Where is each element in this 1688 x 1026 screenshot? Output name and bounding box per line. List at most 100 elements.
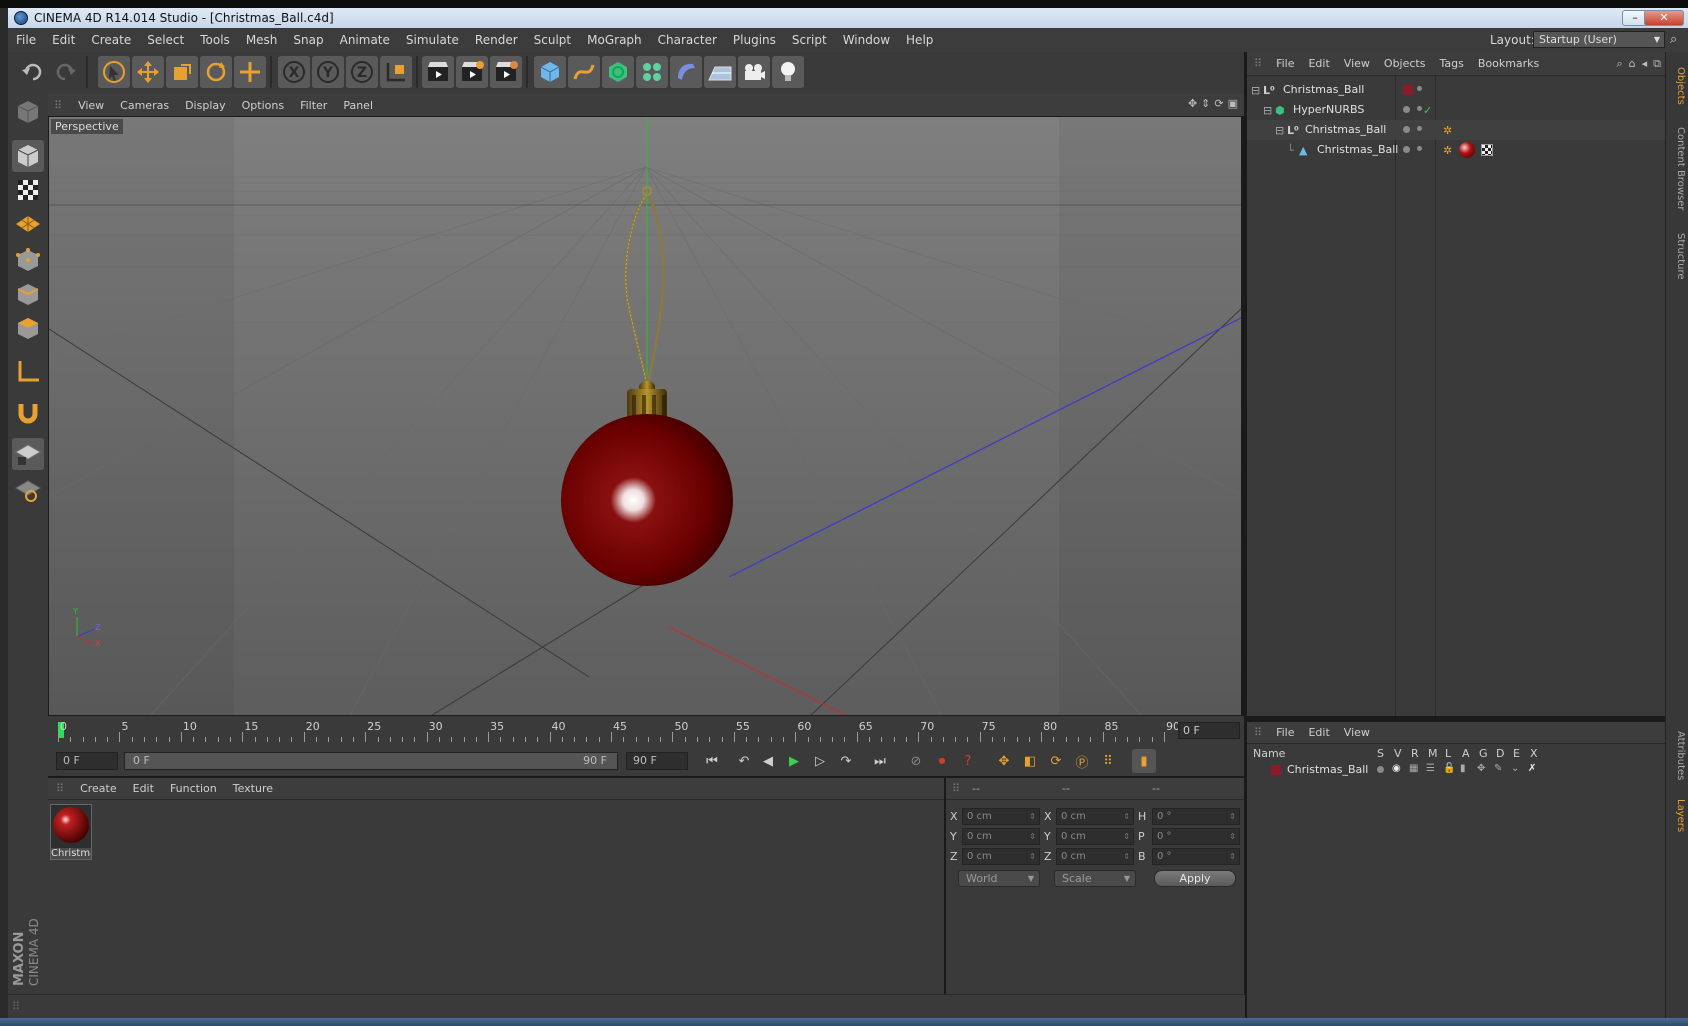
workplane-mode-button[interactable] [12,208,44,240]
model-mode-button[interactable] [12,140,44,172]
enabled-check-icon[interactable]: ✓ [1423,104,1432,117]
visibility-dot[interactable] [1403,106,1410,113]
scene-floor-button[interactable] [704,56,736,88]
timeline-ruler[interactable]: 0 5 10 15 20 25 30 35 40 45 50 55 60 65 70 75 80 85 90 0 F [48,716,1244,746]
spinner-icon[interactable]: ⇕ [1123,809,1130,824]
orbit-view-icon[interactable]: ⟳ [1214,97,1223,110]
object-menu-tags[interactable]: Tags [1432,57,1470,70]
key-scale-icon[interactable]: ◧ [1018,749,1042,773]
render-dot[interactable] [1417,126,1422,131]
menu-window[interactable]: Window [835,33,898,47]
live-selection-button[interactable] [98,56,130,88]
tab-content-browser[interactable]: Content Browser [1669,118,1686,220]
menu-plugins[interactable]: Plugins [725,33,784,47]
current-frame-field[interactable]: 0 F [1178,722,1240,739]
start-frame-field[interactable]: 0 F [56,752,118,770]
visibility-dot[interactable] [1417,86,1422,91]
size-x-field[interactable]: 0 cm ⇕ [1056,808,1134,825]
size-z-field[interactable]: 0 cm ⇕ [1056,848,1134,865]
nurbs-object-button[interactable] [602,56,634,88]
end-frame-field[interactable]: 90 F [626,752,688,770]
camera-object-button[interactable] [738,56,770,88]
frame-ruler[interactable]: 0 5 10 15 20 25 30 35 40 45 50 55 60 65 70 75 80 85 90 [58,720,1180,742]
menu-simulate[interactable]: Simulate [398,33,467,47]
spinner-icon[interactable]: ⇕ [1029,829,1036,844]
tag-icon[interactable]: ✲ [1443,124,1452,137]
perspective-viewport[interactable]: Perspective Y Z X [48,116,1242,716]
apply-button[interactable]: Apply [1154,870,1236,887]
layer-menu-view[interactable]: View [1337,726,1377,739]
maximize-view-icon[interactable]: ▣ [1228,97,1238,110]
snap-toggle-button[interactable] [12,396,44,428]
viewport-menu-display[interactable]: Display [177,99,234,112]
points-mode-button[interactable] [12,244,44,276]
render-view-button[interactable] [422,56,454,88]
object-menu-edit[interactable]: Edit [1301,57,1336,70]
material-menu-create[interactable]: Create [72,782,125,795]
tab-objects[interactable]: Objects [1669,60,1686,112]
menu-sculpt[interactable]: Sculpt [526,33,579,47]
material-menu-edit[interactable]: Edit [125,782,162,795]
layer-row[interactable]: Christmas_Ball ◉ ▦ ☰ 🔓 ▮ ✥ ✎ ⌄ ✗ [1247,762,1665,780]
cube-object-button[interactable] [534,56,566,88]
menu-render[interactable]: Render [467,33,526,47]
tree-row-christmas-ball-polygon[interactable]: └ ▲ Christmas_Ball ✲ [1247,140,1665,160]
position-z-field[interactable]: 0 cm ⇕ [962,848,1040,865]
spinner-icon[interactable]: ⇕ [1029,849,1036,864]
key-rotation-icon[interactable]: ⟳ [1044,749,1068,773]
key-pla-icon[interactable]: ⠿ [1096,749,1120,773]
next-key-icon[interactable]: ↷ [834,749,858,773]
size-y-field[interactable]: 0 cm ⇕ [1056,828,1134,845]
texture-mode-button[interactable] [12,174,44,206]
previous-key-icon[interactable]: ↶ [732,749,756,773]
expression-toggle-icon[interactable]: ⌄ [1511,763,1519,774]
menu-create[interactable]: Create [83,33,139,47]
spinner-icon[interactable]: ⇕ [1229,829,1236,844]
next-frame-icon[interactable]: ▷ [808,749,832,773]
record-keys-icon[interactable]: ⊘ [904,749,928,773]
lock-toggle-icon[interactable]: 🔓 [1443,763,1455,774]
position-y-field[interactable]: 0 cm ⇕ [962,828,1040,845]
light-object-button[interactable] [772,56,804,88]
scale-tool-button[interactable] [166,56,198,88]
phong-tag-icon[interactable]: ✲ [1443,144,1452,157]
pan-view-icon[interactable]: ✥ [1188,97,1197,110]
menu-script[interactable]: Script [784,33,835,47]
menu-character[interactable]: Character [650,33,725,47]
workplane-lock-button[interactable] [12,438,44,470]
menu-mesh[interactable]: Mesh [238,33,286,47]
menu-edit[interactable]: Edit [44,33,83,47]
menu-animate[interactable]: Animate [332,33,398,47]
coordinate-system-button[interactable] [380,56,412,88]
menu-tools[interactable]: Tools [192,33,238,47]
spinner-icon[interactable]: ⇕ [1123,849,1130,864]
uvw-tag-icon[interactable] [1481,144,1493,156]
rotation-h-field[interactable]: 0 ° ⇕ [1152,808,1240,825]
spline-pen-button[interactable] [568,56,600,88]
menu-select[interactable]: Select [139,33,192,47]
go-to-start-icon[interactable]: ⏮ [700,749,724,773]
layer-col-manager[interactable]: M [1428,747,1438,760]
menu-help[interactable]: Help [898,33,941,47]
make-editable-button[interactable] [12,96,44,128]
viewport-menu-panel[interactable]: Panel [335,99,381,112]
manager-toggle-icon[interactable]: ☰ [1426,763,1435,774]
previous-frame-icon[interactable]: ◀ [756,749,780,773]
render-settings-button[interactable] [490,56,522,88]
rotate-tool-button[interactable] [200,56,232,88]
close-button[interactable]: ✕ [1644,10,1684,26]
material-menu-texture[interactable]: Texture [225,782,281,795]
layer-col-view[interactable]: V [1394,747,1402,760]
key-position-icon[interactable]: ✥ [992,749,1016,773]
y-axis-lock-button[interactable]: Y [312,56,344,88]
generator-toggle-icon[interactable]: ✥ [1477,763,1485,774]
object-menu-objects[interactable]: Objects [1377,57,1433,70]
visibility-dot[interactable] [1403,126,1410,133]
menu-file[interactable]: File [8,33,44,47]
coordinate-space-dropdown[interactable]: World ▼ [958,870,1040,887]
layer-col-deformers[interactable]: D [1496,747,1504,760]
collapse-icon[interactable]: ⊟ [1251,84,1260,97]
spinner-icon[interactable]: ⇕ [1229,809,1236,824]
polygons-mode-button[interactable] [12,312,44,344]
layer-col-render[interactable]: R [1411,747,1419,760]
